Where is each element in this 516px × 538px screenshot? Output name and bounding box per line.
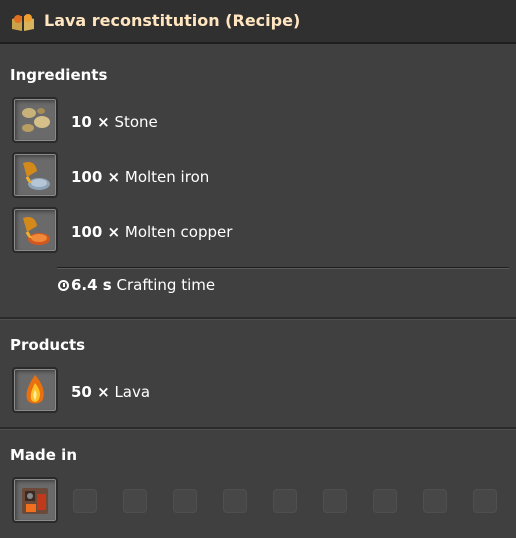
ingredient-slot-molten-copper[interactable] (12, 207, 58, 253)
ingredient-molten-iron: 100 × Molten iron (71, 168, 210, 186)
empty-machine-slot (273, 489, 297, 513)
crafting-time: 6.4 s Crafting time (58, 276, 215, 294)
molten-copper-icon (23, 217, 50, 245)
products-heading: Products (10, 336, 86, 354)
empty-machine-slot (173, 489, 197, 513)
ingredient-stone: 10 × Stone (71, 113, 158, 131)
molten-iron-icon (23, 162, 50, 190)
ingredients-heading: Ingredients (10, 66, 108, 84)
empty-machine-slot (323, 489, 347, 513)
window-title: Lava reconstitution (Recipe) (44, 11, 301, 30)
recipe-icon (12, 14, 34, 31)
made-in-slot-foundry[interactable] (12, 477, 58, 523)
made-in-heading: Made in (10, 446, 78, 464)
foundry-icon (22, 488, 48, 514)
product-lava: 50 × Lava (71, 383, 151, 401)
product-slot-lava[interactable] (12, 367, 58, 413)
empty-machine-slot (423, 489, 447, 513)
ingredient-slot-stone[interactable] (12, 97, 58, 143)
clock-icon (58, 280, 69, 291)
section-divider (0, 317, 516, 320)
ingredients-separator (57, 267, 509, 269)
empty-machine-slot (123, 489, 147, 513)
stone-icon (22, 108, 50, 132)
empty-machine-slot (73, 489, 97, 513)
empty-machine-slot (373, 489, 397, 513)
empty-machine-slot (223, 489, 247, 513)
empty-machine-slot (473, 489, 497, 513)
ingredient-slot-molten-iron[interactable] (12, 152, 58, 198)
section-divider (0, 427, 516, 430)
lava-icon (26, 375, 44, 404)
titlebar: Lava reconstitution (Recipe) (0, 0, 516, 44)
recipe-panel: Lava reconstitution (Recipe) Ingredients… (0, 0, 516, 538)
ingredient-molten-copper: 100 × Molten copper (71, 223, 233, 241)
